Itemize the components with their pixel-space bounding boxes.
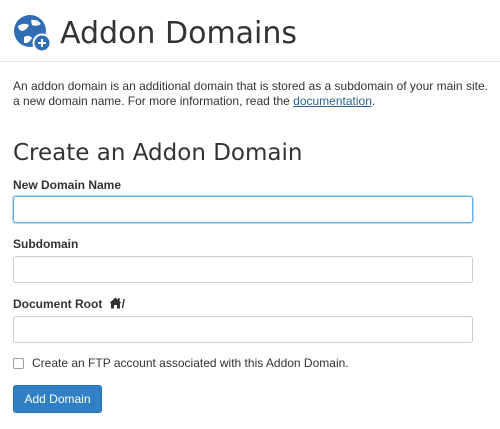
ftp-checkbox[interactable] bbox=[13, 357, 24, 369]
page-description: An addon domain is an additional domain … bbox=[13, 79, 500, 108]
document-root-label: Document Root / bbox=[13, 297, 125, 311]
ftp-checkbox-row[interactable]: Create an FTP account associated with th… bbox=[13, 356, 349, 370]
add-domain-button[interactable]: Add Domain bbox=[13, 385, 102, 413]
page-header: Addon Domains bbox=[12, 10, 297, 56]
page-title: Addon Domains bbox=[60, 15, 298, 51]
description-period: . bbox=[371, 93, 376, 108]
section-title: Create an Addon Domain bbox=[13, 140, 303, 166]
home-icon bbox=[109, 297, 122, 309]
subdomain-label: Subdomain bbox=[13, 237, 79, 251]
globe-plus-icon bbox=[14, 15, 52, 53]
subdomain-input[interactable] bbox=[13, 256, 473, 283]
document-root-label-text: Document Root bbox=[13, 297, 103, 311]
document-root-input[interactable] bbox=[13, 316, 473, 343]
documentation-link[interactable]: documentation bbox=[293, 94, 372, 108]
description-line-2: a new domain name. For more information,… bbox=[13, 94, 500, 109]
new-domain-label: New Domain Name bbox=[13, 178, 122, 192]
description-line-1: An addon domain is an additional domain … bbox=[13, 79, 488, 93]
new-domain-input[interactable] bbox=[13, 196, 473, 223]
ftp-checkbox-label[interactable]: Create an FTP account associated with th… bbox=[32, 356, 349, 370]
header-divider bbox=[0, 61, 500, 62]
description-text: a new domain name. For more information,… bbox=[13, 93, 294, 108]
document-root-suffix: / bbox=[121, 297, 126, 311]
